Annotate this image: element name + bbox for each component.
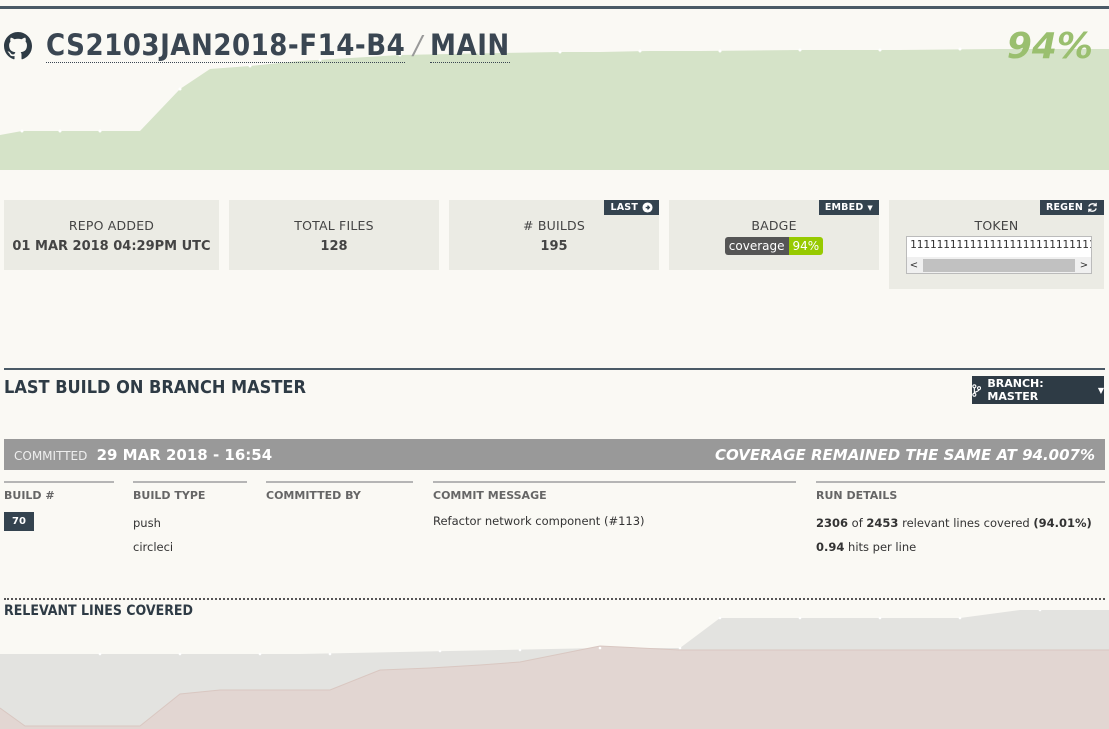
coverage-message: COVERAGE REMAINED THE SAME AT 94.007% bbox=[714, 445, 1095, 464]
total-files-card: TOTAL FILES 128 bbox=[229, 200, 439, 270]
build-type-push: push bbox=[133, 516, 161, 530]
org-link[interactable]: CS2103JAN2018-F14-B4 bbox=[46, 28, 406, 63]
lines-suffix: relevant lines covered bbox=[902, 516, 1030, 530]
build-type-ci: circleci bbox=[133, 540, 174, 554]
build-type-column: BUILD TYPE push circleci bbox=[133, 481, 247, 554]
builds-label: # BUILDS bbox=[523, 218, 585, 233]
coverage-percentage: 94% bbox=[1006, 26, 1093, 67]
last-build-title: LAST BUILD ON BRANCH MASTER bbox=[4, 377, 306, 398]
build-number-header: BUILD # bbox=[4, 481, 114, 502]
branch-label: BRANCH: MASTER bbox=[987, 377, 1044, 403]
hits-value: 0.94 bbox=[816, 540, 845, 554]
build-number-link[interactable]: 70 bbox=[4, 512, 34, 531]
dotted-divider bbox=[4, 598, 1105, 600]
repo-link[interactable]: MAIN bbox=[430, 28, 510, 63]
section-divider bbox=[4, 368, 1105, 370]
token-scrollbar[interactable]: < > bbox=[907, 257, 1091, 273]
of-text: of bbox=[851, 516, 863, 530]
badge-left: coverage bbox=[724, 237, 789, 255]
caret-down-icon: ▼ bbox=[1097, 385, 1104, 395]
builds-value: 195 bbox=[540, 239, 568, 254]
badge-label: BADGE bbox=[751, 218, 797, 233]
repo-added-label: REPO ADDED bbox=[68, 218, 155, 233]
lines-covered-text: 2306 of 2453 relevant lines covered (94.… bbox=[816, 516, 1105, 530]
committed-by-column: COMMITTED BY bbox=[266, 481, 413, 508]
scroll-right-icon[interactable]: > bbox=[1077, 260, 1091, 271]
token-value: 1111111111111111111111111111111111111111 bbox=[910, 238, 1091, 251]
build-number-column: BUILD # 70 bbox=[4, 481, 114, 531]
repo-added-value: 01 MAR 2018 04:29PM UTC bbox=[12, 239, 211, 254]
covered-count: 2306 bbox=[816, 516, 849, 530]
lines-pct: (94.01%) bbox=[1033, 516, 1092, 530]
commit-message-column: COMMIT MESSAGE Refactor network componen… bbox=[433, 481, 796, 528]
refresh-icon bbox=[1088, 202, 1097, 213]
branch-icon bbox=[972, 383, 982, 397]
last-build-label: LAST bbox=[610, 202, 638, 213]
repo-header: CS2103JAN2018-F14-B4 / MAIN bbox=[4, 28, 510, 63]
coverage-area bbox=[0, 49, 1109, 170]
arrow-circle-right-icon bbox=[642, 202, 653, 213]
regen-button[interactable]: REGEN bbox=[1039, 200, 1104, 215]
repo-added-card: REPO ADDED 01 MAR 2018 04:29PM UTC bbox=[4, 200, 219, 270]
committed-by-header: COMMITTED BY bbox=[266, 481, 413, 502]
caret-down-icon: ▼ bbox=[867, 203, 873, 212]
run-details-header: RUN DETAILS bbox=[816, 481, 1105, 502]
hits-suffix: hits per line bbox=[848, 540, 917, 554]
hits-text: 0.94 hits per line bbox=[816, 540, 1105, 554]
commit-bar: COMMITTED 29 MAR 2018 - 16:54 COVERAGE R… bbox=[4, 439, 1105, 470]
last-build-button[interactable]: LAST bbox=[604, 200, 659, 215]
commit-message-header: COMMIT MESSAGE bbox=[433, 481, 796, 502]
total-files-value: 128 bbox=[320, 239, 348, 254]
token-label: TOKEN bbox=[974, 218, 1019, 233]
scroll-left-icon[interactable]: < bbox=[907, 260, 921, 271]
commit-message-value: Refactor network component (#113) bbox=[433, 514, 645, 528]
token-field[interactable]: 1111111111111111111111111111111111111111… bbox=[906, 236, 1092, 274]
relevant-lines-chart bbox=[0, 610, 1109, 729]
committed-date: 29 MAR 2018 - 16:54 bbox=[96, 445, 273, 464]
builds-card: LAST # BUILDS 195 bbox=[449, 200, 659, 270]
commit-info: COMMITTED 29 MAR 2018 - 16:54 bbox=[4, 446, 272, 464]
build-type-header: BUILD TYPE bbox=[133, 481, 247, 502]
embed-button[interactable]: EMBED ▼ bbox=[818, 200, 879, 215]
badge-right: 94% bbox=[788, 237, 824, 255]
total-count: 2453 bbox=[866, 516, 899, 530]
github-icon[interactable] bbox=[4, 31, 32, 60]
path-separator: / bbox=[413, 30, 423, 61]
run-details-column: RUN DETAILS 2306 of 2453 relevant lines … bbox=[816, 481, 1105, 554]
regen-label: REGEN bbox=[1045, 202, 1083, 213]
branch-dropdown[interactable]: BRANCH: MASTER ▼ bbox=[972, 376, 1104, 404]
badge-card: EMBED ▼ BADGE coverage 94% bbox=[669, 200, 879, 270]
coverage-badge[interactable]: coverage 94% bbox=[724, 237, 824, 255]
embed-label: EMBED bbox=[824, 202, 864, 213]
committed-label: COMMITTED bbox=[14, 448, 88, 463]
token-card: REGEN TOKEN 1111111111111111111111111111… bbox=[889, 200, 1104, 289]
scroll-thumb[interactable] bbox=[923, 258, 1075, 272]
total-files-label: TOTAL FILES bbox=[294, 218, 374, 233]
